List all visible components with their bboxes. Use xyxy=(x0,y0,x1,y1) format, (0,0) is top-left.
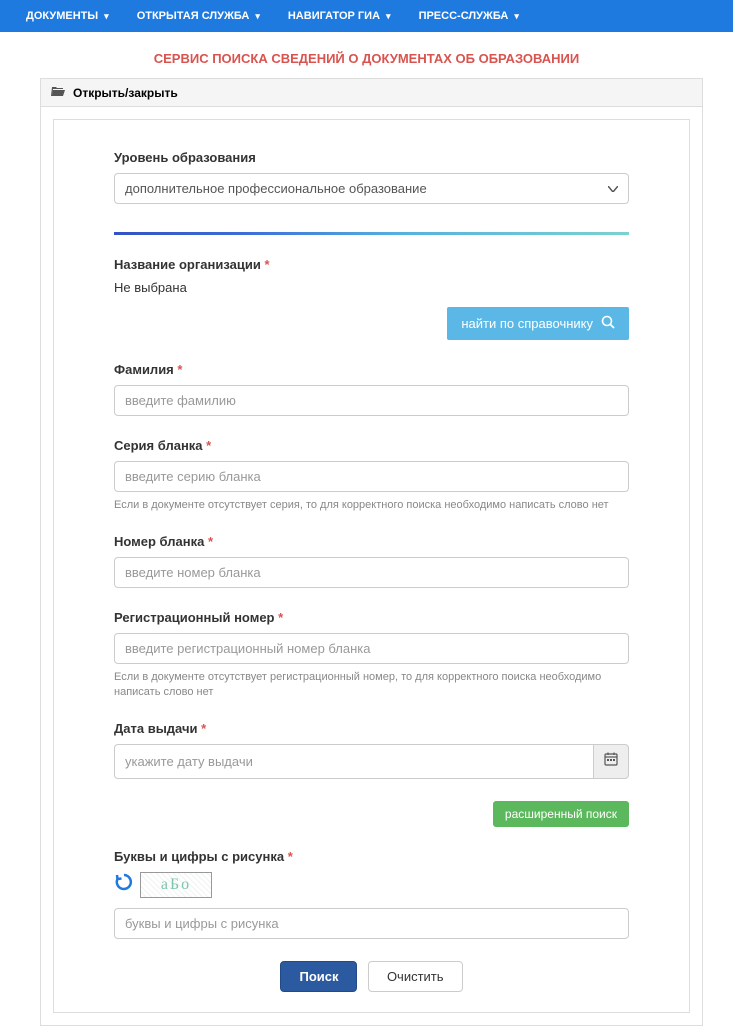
date-section: Дата выдачи * xyxy=(114,721,629,779)
required-marker: * xyxy=(278,610,283,625)
reference-lookup-button[interactable]: найти по справочнику xyxy=(447,307,629,340)
number-input[interactable] xyxy=(114,557,629,588)
top-navigation: ДОКУМЕНТЫ ▾ ОТКРЫТАЯ СЛУЖБА ▾ НАВИГАТОР … xyxy=(0,0,733,32)
surname-label: Фамилия * xyxy=(114,362,629,377)
button-row: Поиск Очистить xyxy=(114,961,629,992)
chevron-down-icon: ▾ xyxy=(104,11,109,22)
surname-input[interactable] xyxy=(114,385,629,416)
level-section: Уровень образования дополнительное профе… xyxy=(114,150,629,204)
page-title-bar: СЕРВИС ПОИСКА СВЕДЕНИЙ О ДОКУМЕНТАХ ОБ О… xyxy=(0,32,733,78)
chevron-down-icon: ▾ xyxy=(255,11,260,22)
reg-label-text: Регистрационный номер xyxy=(114,610,275,625)
nav-label: ПРЕСС-СЛУЖБА xyxy=(419,10,509,22)
date-label-text: Дата выдачи xyxy=(114,721,198,736)
nav-gia[interactable]: НАВИГАТОР ГИА ▾ xyxy=(274,10,405,22)
captcha-input[interactable] xyxy=(114,908,629,939)
date-picker-button[interactable] xyxy=(593,744,629,779)
page-title: СЕРВИС ПОИСКА СВЕДЕНИЙ О ДОКУМЕНТАХ ОБ О… xyxy=(154,51,580,66)
org-section: Название организации * Не выбрана найти … xyxy=(114,257,629,340)
required-marker: * xyxy=(201,721,206,736)
divider xyxy=(114,232,629,235)
main-panel: Открыть/закрыть Уровень образования допо… xyxy=(40,78,703,1026)
series-section: Серия бланка * Если в документе отсутств… xyxy=(114,438,629,512)
reg-label: Регистрационный номер * xyxy=(114,610,629,625)
panel-header[interactable]: Открыть/закрыть xyxy=(41,79,702,107)
series-input[interactable] xyxy=(114,461,629,492)
required-marker: * xyxy=(264,257,269,272)
date-input[interactable] xyxy=(114,744,593,779)
level-select[interactable]: дополнительное профессиональное образова… xyxy=(114,173,629,204)
calendar-icon xyxy=(604,752,618,771)
required-marker: * xyxy=(177,362,182,377)
org-label-text: Название организации xyxy=(114,257,261,272)
chevron-down-icon: ▾ xyxy=(514,11,519,22)
surname-label-text: Фамилия xyxy=(114,362,174,377)
nav-open-service[interactable]: ОТКРЫТАЯ СЛУЖБА ▾ xyxy=(123,10,274,22)
level-label: Уровень образования xyxy=(114,150,629,165)
number-label-text: Номер бланка xyxy=(114,534,204,549)
form-container: Уровень образования дополнительное профе… xyxy=(53,119,690,1013)
captcha-label: Буквы и цифры с рисунка * xyxy=(114,849,629,864)
captcha-section: Буквы и цифры с рисунка * аБо xyxy=(114,849,629,939)
nav-documents[interactable]: ДОКУМЕНТЫ ▾ xyxy=(12,10,123,22)
reg-section: Регистрационный номер * Если в документе… xyxy=(114,610,629,699)
reg-hint: Если в документе отсутствует регистрацио… xyxy=(114,670,629,699)
folder-open-icon xyxy=(51,85,65,100)
date-label: Дата выдачи * xyxy=(114,721,629,736)
nav-label: ОТКРЫТАЯ СЛУЖБА xyxy=(137,10,250,22)
org-label: Название организации * xyxy=(114,257,629,272)
captcha-label-text: Буквы и цифры с рисунка xyxy=(114,849,284,864)
series-label: Серия бланка * xyxy=(114,438,629,453)
required-marker: * xyxy=(208,534,213,549)
chevron-down-icon: ▾ xyxy=(386,11,391,22)
required-marker: * xyxy=(206,438,211,453)
reg-input[interactable] xyxy=(114,633,629,664)
surname-section: Фамилия * xyxy=(114,362,629,416)
number-section: Номер бланка * xyxy=(114,534,629,588)
captcha-image: аБо xyxy=(140,872,212,898)
ref-button-label: найти по справочнику xyxy=(461,316,593,331)
date-input-group xyxy=(114,744,629,779)
captcha-row: аБо xyxy=(114,872,629,898)
nav-label: ДОКУМЕНТЫ xyxy=(26,10,98,22)
search-icon xyxy=(601,315,615,332)
series-label-text: Серия бланка xyxy=(114,438,203,453)
refresh-icon[interactable] xyxy=(114,872,134,898)
search-button[interactable]: Поиск xyxy=(280,961,357,992)
nav-label: НАВИГАТОР ГИА xyxy=(288,10,380,22)
clear-button[interactable]: Очистить xyxy=(368,961,463,992)
required-marker: * xyxy=(288,849,293,864)
advanced-search-button[interactable]: расширенный поиск xyxy=(493,801,629,827)
captcha-text: аБо xyxy=(161,876,191,894)
advanced-row: расширенный поиск xyxy=(114,801,629,827)
nav-press[interactable]: ПРЕСС-СЛУЖБА ▾ xyxy=(405,10,533,22)
org-value: Не выбрана xyxy=(114,280,629,295)
series-hint: Если в документе отсутствует серия, то д… xyxy=(114,498,629,512)
number-label: Номер бланка * xyxy=(114,534,629,549)
panel-header-label: Открыть/закрыть xyxy=(73,86,178,100)
